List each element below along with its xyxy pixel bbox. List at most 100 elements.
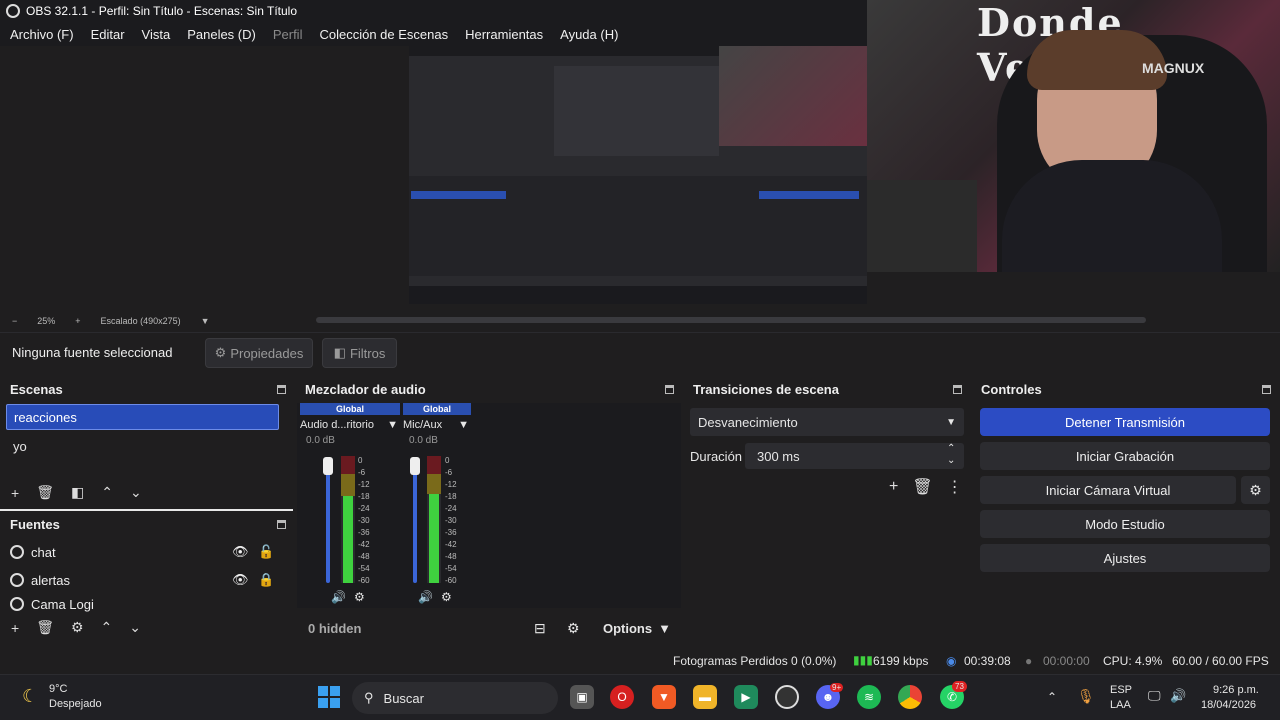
dock-splitter[interactable] bbox=[0, 509, 293, 511]
scale-tick: -54 bbox=[358, 564, 370, 573]
source-item-alertas[interactable]: alertas 👁 🔒 bbox=[10, 568, 285, 592]
signal-icon: ▮▮▮ bbox=[853, 653, 873, 667]
spin-up-icon[interactable]: ⌃ bbox=[947, 443, 955, 455]
spin-down-icon[interactable]: ⌄ bbox=[947, 455, 955, 467]
preview-scrollbar[interactable] bbox=[316, 317, 1146, 323]
settings-button[interactable]: Ajustes bbox=[980, 544, 1270, 572]
channel-name: Mic/Aux bbox=[403, 419, 443, 431]
task-view-icon[interactable]: ▣ bbox=[570, 685, 594, 709]
zoom-in-button[interactable]: + bbox=[75, 316, 80, 326]
spotify-icon[interactable]: ≋ bbox=[857, 685, 881, 709]
remove-scene-icon[interactable]: 🗑 bbox=[36, 484, 54, 501]
more-options-icon[interactable]: ⋮ bbox=[947, 477, 963, 497]
lang-layout[interactable]: LAA bbox=[1110, 699, 1131, 711]
channel-settings-icon[interactable]: ⚙ bbox=[441, 590, 452, 604]
scale-tick: -36 bbox=[358, 528, 370, 537]
volume-handle[interactable] bbox=[323, 457, 333, 475]
stop-streaming-button[interactable]: Detener Transmisión bbox=[980, 408, 1270, 436]
network-icon[interactable]: 🖵 bbox=[1148, 688, 1161, 704]
speaker-icon[interactable]: 🔊 bbox=[418, 590, 433, 604]
virtual-camera-settings-icon[interactable]: ⚙ bbox=[1241, 476, 1270, 504]
weather-desc[interactable]: Despejado bbox=[49, 698, 102, 710]
tray-chevron-icon[interactable]: ⌃ bbox=[1047, 690, 1057, 704]
search-box[interactable]: ⚲ Buscar bbox=[352, 682, 558, 714]
start-virtual-camera-button[interactable]: Iniciar Cámara Virtual bbox=[980, 476, 1236, 504]
clock-time[interactable]: 9:26 p.m. bbox=[1213, 684, 1259, 696]
opera-icon[interactable]: O bbox=[610, 685, 634, 709]
sources-float-icon[interactable] bbox=[277, 520, 286, 529]
volume-slider-mic[interactable] bbox=[413, 458, 417, 583]
mixer-float-icon[interactable] bbox=[665, 385, 674, 394]
properties-button[interactable]: ⚙ Propiedades bbox=[205, 338, 313, 368]
mixer-layout-icon[interactable]: ⊟ bbox=[534, 620, 546, 637]
channel-scope: Global bbox=[403, 403, 471, 415]
brave-icon[interactable]: ▼ bbox=[652, 685, 676, 709]
menu-editar[interactable]: Editar bbox=[91, 27, 125, 42]
lang-code[interactable]: ESP bbox=[1110, 684, 1132, 696]
remove-source-icon[interactable]: 🗑 bbox=[36, 619, 54, 636]
eye-icon[interactable]: 👁 bbox=[232, 544, 249, 560]
scene-item-reacciones[interactable]: reacciones bbox=[6, 404, 279, 430]
menu-perfil[interactable]: Perfil bbox=[273, 27, 303, 42]
menu-ayuda[interactable]: Ayuda (H) bbox=[560, 27, 618, 42]
scene-item-yo[interactable]: yo bbox=[6, 433, 279, 459]
channel-menu-icon[interactable]: ▼ bbox=[387, 419, 398, 431]
chevron-down-icon: ▼ bbox=[946, 416, 956, 428]
volume-icon[interactable]: 🔊 bbox=[1170, 688, 1186, 704]
scenes-title: Escenas bbox=[10, 382, 63, 397]
search-icon: ⚲ bbox=[364, 690, 374, 705]
chrome-icon[interactable] bbox=[898, 685, 922, 709]
gear-icon: ⚙ bbox=[214, 345, 227, 360]
add-transition-icon[interactable]: + bbox=[889, 478, 898, 496]
lock-icon[interactable]: 🔒 bbox=[258, 572, 274, 588]
menu-archivo[interactable]: Archivo (F) bbox=[10, 27, 74, 42]
transitions-float-icon[interactable] bbox=[953, 385, 962, 394]
options-button[interactable]: Options ▼ bbox=[603, 621, 671, 636]
meter-scale-mic: 0 -6 -12 -18 -24 -30 -36 -42 -48 -54 -60 bbox=[445, 455, 465, 587]
speaker-icon[interactable]: 🔊 bbox=[331, 590, 346, 604]
app-icon[interactable]: ▶ bbox=[734, 685, 758, 709]
remove-transition-icon[interactable]: 🗑 bbox=[912, 477, 932, 497]
obs-taskbar-icon[interactable] bbox=[775, 685, 799, 709]
scenes-toolbar: + 🗑 ◧ ⌃ ⌄ bbox=[11, 484, 142, 501]
zoom-out-button[interactable]: − bbox=[12, 316, 17, 326]
weather-temp[interactable]: 9°C bbox=[49, 683, 67, 695]
menu-vista[interactable]: Vista bbox=[142, 27, 171, 42]
move-up-icon[interactable]: ⌃ bbox=[101, 484, 113, 501]
channel-menu-icon[interactable]: ▼ bbox=[458, 419, 469, 431]
volume-slider-desktop[interactable] bbox=[326, 458, 330, 583]
filters-button[interactable]: ◧ Filtros bbox=[322, 338, 397, 368]
channel-settings-icon[interactable]: ⚙ bbox=[354, 590, 365, 604]
scale-tick: -24 bbox=[358, 504, 370, 513]
windows-start-icon[interactable] bbox=[318, 686, 340, 708]
scale-dropdown-icon[interactable]: ▼ bbox=[201, 316, 210, 326]
controls-title: Controles bbox=[981, 382, 1042, 397]
add-scene-icon[interactable]: + bbox=[11, 485, 19, 501]
duration-input[interactable]: 300 ms ⌃ ⌄ bbox=[745, 443, 964, 469]
menu-herramientas[interactable]: Herramientas bbox=[465, 27, 543, 42]
volume-handle[interactable] bbox=[410, 457, 420, 475]
move-down-icon[interactable]: ⌄ bbox=[130, 484, 142, 501]
source-properties-icon[interactable]: ⚙ bbox=[71, 619, 84, 636]
source-item-chat[interactable]: chat 👁 🔓 bbox=[10, 540, 285, 564]
hidden-count[interactable]: 0 hidden bbox=[308, 621, 361, 636]
mixer-settings-icon[interactable]: ⚙ bbox=[567, 620, 580, 637]
source-item-cama[interactable]: Cama Logi bbox=[10, 596, 285, 612]
studio-mode-button[interactable]: Modo Estudio bbox=[980, 510, 1270, 538]
source-down-icon[interactable]: ⌄ bbox=[129, 619, 141, 636]
unlock-icon[interactable]: 🔓 bbox=[258, 544, 274, 560]
file-explorer-icon[interactable]: ▬ bbox=[693, 685, 717, 709]
transition-select[interactable]: Desvanecimiento ▼ bbox=[690, 408, 964, 436]
scene-filters-icon[interactable]: ◧ bbox=[71, 484, 84, 501]
clock-date[interactable]: 18/04/2026 bbox=[1201, 699, 1256, 711]
microphone-icon[interactable]: 🎙 bbox=[1077, 688, 1095, 705]
controls-float-icon[interactable] bbox=[1262, 385, 1271, 394]
scenes-float-icon[interactable] bbox=[277, 385, 286, 394]
source-up-icon[interactable]: ⌃ bbox=[101, 619, 113, 636]
start-recording-button[interactable]: Iniciar Grabación bbox=[980, 442, 1270, 470]
menu-paneles[interactable]: Paneles (D) bbox=[187, 27, 256, 42]
menu-coleccion[interactable]: Colección de Escenas bbox=[319, 27, 448, 42]
eye-icon[interactable]: 👁 bbox=[232, 572, 249, 588]
dropped-frames: Fotogramas Perdidos 0 (0.0%) bbox=[673, 654, 837, 668]
add-source-icon[interactable]: + bbox=[11, 620, 19, 636]
